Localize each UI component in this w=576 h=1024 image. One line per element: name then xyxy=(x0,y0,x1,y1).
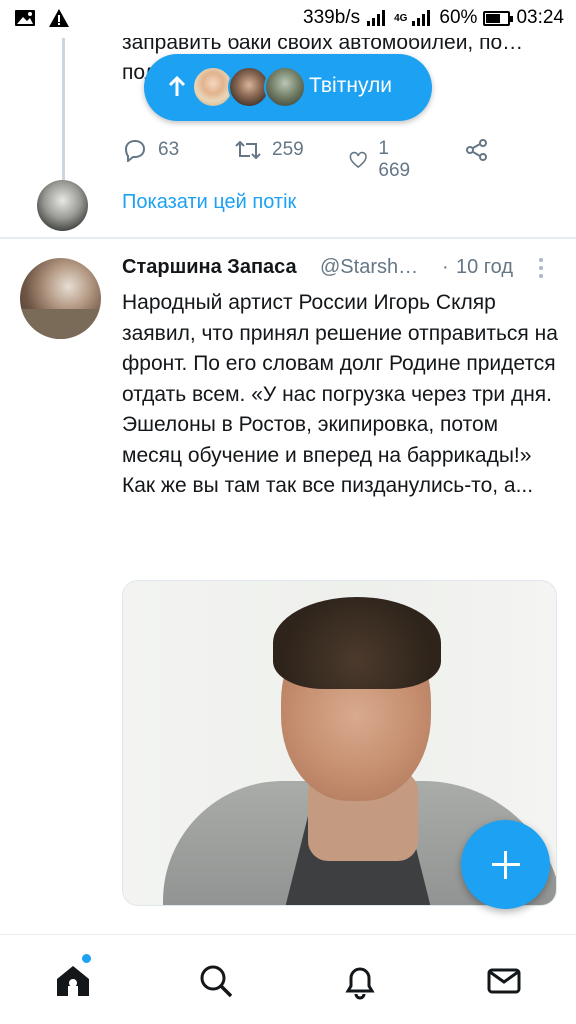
home-icon xyxy=(57,966,89,996)
alert-icon xyxy=(49,9,69,27)
signal-4g-icon xyxy=(412,10,431,26)
nav-messages[interactable] xyxy=(484,961,524,1001)
like-button[interactable]: 1 669 xyxy=(348,138,416,182)
network-type: 4G xyxy=(394,12,408,24)
status-right: 339b/s 4G 60% 03:24 xyxy=(303,7,564,29)
battery-icon xyxy=(483,10,514,26)
thread-avatar[interactable] xyxy=(37,180,88,231)
retweet-button[interactable]: 259 xyxy=(234,138,304,162)
author-name[interactable]: Старшина Запаса xyxy=(122,256,297,279)
pill-avatar xyxy=(264,66,306,108)
share-icon xyxy=(466,139,487,161)
new-tweets-label: Твітнули xyxy=(309,74,392,97)
network-speed: 339b/s xyxy=(303,7,361,28)
share-button[interactable] xyxy=(464,138,490,162)
reply-button[interactable]: 63 xyxy=(122,138,179,162)
messages-icon xyxy=(487,968,521,994)
tweet-text[interactable]: Народный артист России Игорь Скляр заяви… xyxy=(122,288,562,502)
show-thread-link[interactable]: Показати цей потік xyxy=(122,191,296,214)
new-content-dot xyxy=(82,954,91,963)
new-tweets-pill[interactable]: Твітнули xyxy=(144,54,432,121)
reply-icon xyxy=(124,139,146,162)
signal-icon xyxy=(367,10,386,26)
search-icon xyxy=(200,965,233,998)
image-icon xyxy=(15,10,35,26)
separator-dot: · xyxy=(442,256,449,278)
heart-icon xyxy=(349,151,367,169)
nav-home[interactable] xyxy=(53,961,93,1001)
status-bar: 339b/s 4G 60% 03:24 xyxy=(0,0,576,38)
nav-notifications[interactable] xyxy=(340,961,380,1001)
retweet-icon xyxy=(235,140,261,160)
notifications-icon xyxy=(345,967,375,1000)
thread-line xyxy=(62,38,65,180)
reply-count: 63 xyxy=(158,139,180,160)
author-handle[interactable]: @Starsh… xyxy=(320,256,418,279)
retweet-count: 259 xyxy=(272,139,304,160)
status-left-icons xyxy=(14,8,70,28)
arrow-up-icon xyxy=(168,75,186,96)
tweet-header: Старшина Запаса @Starsh… · 10 год xyxy=(122,256,562,284)
bottom-nav xyxy=(0,934,576,1024)
like-count: 1 669 xyxy=(378,138,411,181)
compose-tweet-button[interactable] xyxy=(461,820,550,909)
more-options-icon[interactable] xyxy=(538,258,544,280)
tweet-divider xyxy=(0,237,576,239)
nav-search[interactable] xyxy=(196,961,236,1001)
clock: 03:24 xyxy=(516,7,564,28)
battery-percent: 60% xyxy=(439,7,478,28)
tweet-time: 10 год xyxy=(456,256,514,278)
author-avatar[interactable] xyxy=(20,258,101,339)
